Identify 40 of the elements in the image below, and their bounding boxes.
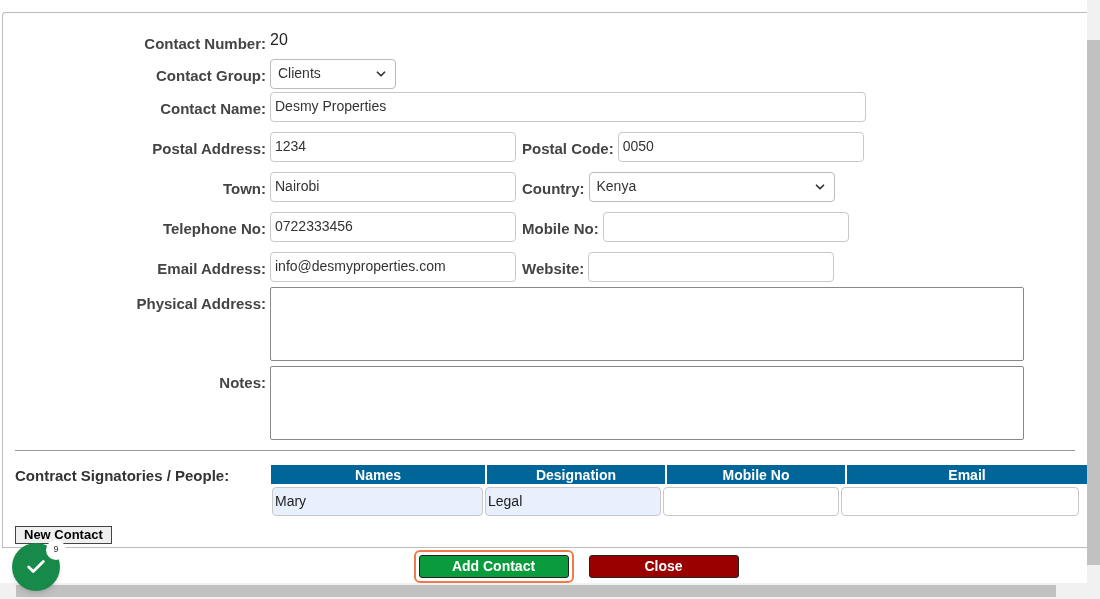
contact-number-value: 20 xyxy=(270,31,288,48)
input-field[interactable]: 0722333456 xyxy=(270,211,516,242)
column-header: Mobile No xyxy=(667,464,845,484)
text-area[interactable] xyxy=(270,286,1024,361)
input-field[interactable]: 1234 xyxy=(270,131,516,162)
table-input-field[interactable]: Legal xyxy=(485,486,661,516)
field-label: Postal Code: xyxy=(521,138,615,159)
field-label: Website: xyxy=(521,258,586,279)
field-label: Email Address: xyxy=(156,258,267,279)
column-header: Names xyxy=(271,464,485,484)
field-label: Physical Address: xyxy=(135,293,267,314)
dropdown[interactable]: Kenya xyxy=(588,171,835,202)
input-field[interactable]: info@desmyproperties.com xyxy=(270,251,516,282)
input-field[interactable] xyxy=(588,251,835,282)
vertical-scrollbar[interactable] xyxy=(1087,0,1100,583)
table-input-field[interactable] xyxy=(663,486,839,516)
field-label: Town: xyxy=(221,178,267,199)
field-label: Contact Number: xyxy=(143,34,267,54)
input-field[interactable] xyxy=(602,211,849,242)
section-label: Contract Signatories / People: xyxy=(14,465,231,486)
field-label: Notes: xyxy=(218,372,267,393)
horizontal-scrollbar[interactable] xyxy=(0,583,1100,599)
field-label: Country: xyxy=(521,178,586,199)
table-input-field[interactable] xyxy=(841,486,1079,516)
dropdown[interactable]: Clients xyxy=(270,58,396,89)
input-field[interactable]: 0050 xyxy=(617,131,864,162)
table-input-field[interactable]: Mary xyxy=(272,486,483,516)
column-header: Designation xyxy=(487,464,665,484)
input-field[interactable]: Nairobi xyxy=(270,171,516,202)
input-field[interactable]: Desmy Properties xyxy=(270,91,866,122)
column-header: Email xyxy=(847,464,1087,484)
field-label: Contact Group: xyxy=(155,65,267,86)
field-label: Telephone No: xyxy=(161,218,267,239)
field-label: Contact Name: xyxy=(159,98,267,119)
field-label: Mobile No: xyxy=(521,218,600,239)
action-button[interactable]: Close xyxy=(588,555,739,578)
action-button[interactable]: Add Contact xyxy=(418,555,569,578)
text-area[interactable] xyxy=(270,365,1024,440)
new-contact-button[interactable]: New Contact xyxy=(15,525,112,544)
field-label: Postal Address: xyxy=(151,138,267,159)
